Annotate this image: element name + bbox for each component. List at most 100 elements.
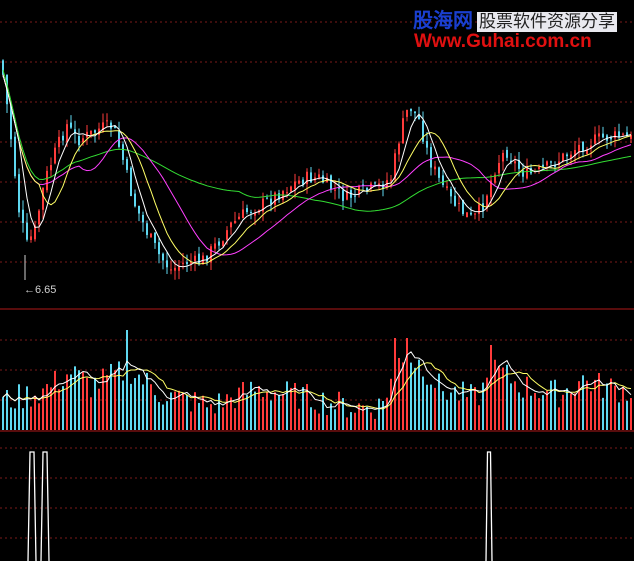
volume-bar <box>630 398 632 430</box>
volume-bar <box>426 384 428 430</box>
candle-body <box>594 134 596 144</box>
volume-bar <box>166 401 168 430</box>
volume-bar <box>274 392 276 430</box>
volume-bar <box>154 395 156 430</box>
ma10-line <box>2 74 632 265</box>
candle-body <box>50 165 52 171</box>
volume-bar <box>38 403 40 430</box>
volume-bar <box>138 374 140 430</box>
volume-bar <box>218 393 220 430</box>
candle-body <box>174 267 176 271</box>
volume-bar <box>90 397 92 430</box>
volume-bar <box>6 390 8 430</box>
candle-body <box>238 216 240 220</box>
volume-bar <box>522 397 524 430</box>
volume-bar <box>298 408 300 430</box>
volume-bar <box>278 395 280 430</box>
volume-bar <box>610 378 612 430</box>
candle-body <box>146 223 148 235</box>
candle-body <box>506 149 508 158</box>
candle-body <box>266 197 268 199</box>
candle-body <box>162 253 164 261</box>
signal-indicator <box>27 451 493 561</box>
volume-bar <box>290 387 292 430</box>
candle-body <box>514 161 516 164</box>
volume-bar <box>442 391 444 430</box>
candle-body <box>122 144 124 160</box>
volume-bar <box>250 381 252 430</box>
volume-bar <box>538 398 540 430</box>
candle-body <box>242 209 244 219</box>
candle-body <box>318 174 320 178</box>
candle-body <box>330 175 332 190</box>
volume-bar <box>490 345 492 430</box>
volume-bar <box>282 394 284 430</box>
candle-body <box>578 144 580 153</box>
volume-bar <box>170 392 172 430</box>
candle-body <box>470 212 472 215</box>
volume-bar <box>158 402 160 430</box>
volume-bar <box>270 400 272 430</box>
candle-body <box>450 189 452 197</box>
volume-bar <box>102 368 104 430</box>
volume-bar <box>418 359 420 430</box>
volume-bar <box>246 395 248 430</box>
candle-body <box>498 162 500 174</box>
volume-bar <box>422 376 424 430</box>
volume-moving-averages <box>2 351 632 411</box>
candle-body <box>342 190 344 201</box>
candle-body <box>526 168 528 179</box>
candle-body <box>218 241 220 246</box>
volume-bar <box>530 395 532 430</box>
volume-bar <box>54 370 56 430</box>
volume-bar <box>182 392 184 430</box>
candle-body <box>130 167 132 197</box>
volume-bar <box>562 394 564 430</box>
volume-bar <box>402 362 404 430</box>
candle-body <box>602 133 604 138</box>
volume-bar <box>174 391 176 430</box>
volume-bar <box>226 394 228 430</box>
volume-bar <box>18 384 20 430</box>
price-moving-averages <box>2 69 632 280</box>
candle-body <box>454 195 456 206</box>
volume-bar <box>350 412 352 430</box>
candle-body <box>390 179 392 181</box>
candle-body <box>334 189 336 191</box>
candle-body <box>274 192 276 205</box>
volume-bar <box>478 405 480 430</box>
volume-bar <box>314 409 316 430</box>
volume-bar <box>62 386 64 430</box>
candle-body <box>466 212 468 218</box>
volume-bar <box>286 381 288 430</box>
candle-body <box>46 170 48 191</box>
candle-body <box>438 167 440 178</box>
volume-bar <box>526 376 528 430</box>
candle-body <box>58 136 60 148</box>
volume-bar <box>198 402 200 430</box>
volume-bar <box>354 412 356 430</box>
volume-bar <box>382 400 384 430</box>
candle-body <box>134 193 136 207</box>
candle-body <box>310 172 312 183</box>
volume-bar <box>566 388 568 430</box>
volume-bar <box>578 381 580 430</box>
candle-body <box>126 159 128 170</box>
candle-body <box>42 187 44 210</box>
candle-body <box>294 181 296 190</box>
candle-body <box>286 192 288 194</box>
volume-bar <box>114 370 116 430</box>
volume-bar <box>550 380 552 430</box>
volume-bar <box>206 407 208 430</box>
volume-bar <box>366 406 368 430</box>
candle-body <box>538 167 540 169</box>
volume-bar <box>222 407 224 430</box>
volume-bar <box>434 387 436 430</box>
candle-body <box>546 161 548 166</box>
candle-body <box>54 147 56 164</box>
volume-bar <box>26 386 28 430</box>
volume-bar <box>574 393 576 430</box>
candle-body <box>410 108 412 112</box>
volume-bar <box>142 384 144 430</box>
volume-bar <box>46 384 48 430</box>
